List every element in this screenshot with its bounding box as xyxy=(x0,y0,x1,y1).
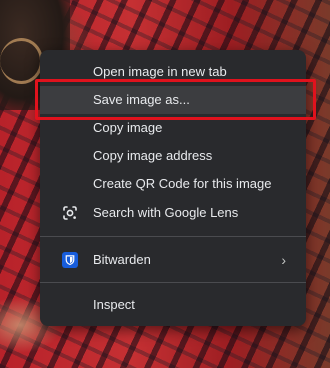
menu-divider xyxy=(40,282,306,283)
menu-item-search-google-lens[interactable]: Search with Google Lens xyxy=(40,199,306,227)
menu-item-label: Inspect xyxy=(93,297,135,312)
menu-divider xyxy=(40,236,306,237)
menu-item-inspect[interactable]: Inspect xyxy=(40,291,306,319)
menu-item-label: Copy image address xyxy=(93,148,213,163)
menu-item-create-qr-code[interactable]: Create QR Code for this image xyxy=(40,170,306,198)
bitwarden-icon xyxy=(62,252,78,268)
menu-item-label: Bitwarden xyxy=(93,252,151,267)
menu-item-label: Search with Google Lens xyxy=(93,205,239,220)
chevron-right-icon: › xyxy=(281,252,286,268)
google-lens-icon xyxy=(63,206,77,220)
menu-item-copy-image-address[interactable]: Copy image address xyxy=(40,142,306,170)
menu-item-bitwarden[interactable]: Bitwarden › xyxy=(40,246,306,274)
menu-item-label: Create QR Code for this image xyxy=(93,176,272,191)
annotation-highlight-box xyxy=(35,79,316,120)
eyeglasses-detail xyxy=(0,38,43,84)
